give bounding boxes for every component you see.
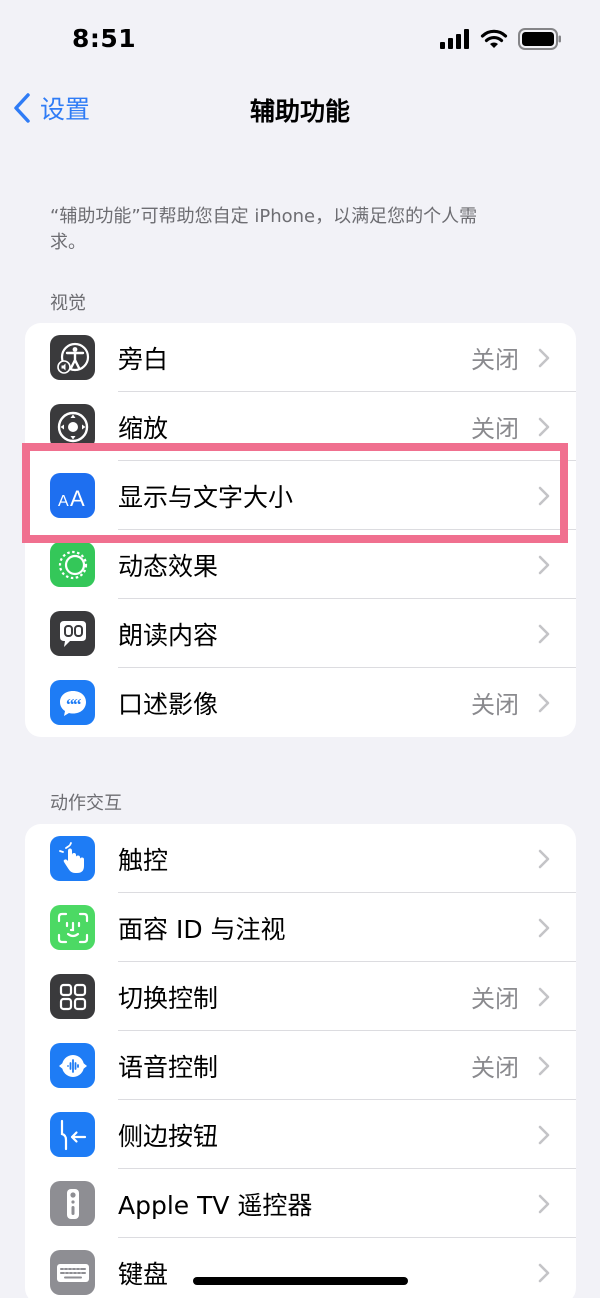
row-label: 动态效果 — [118, 551, 219, 581]
chevron-right-icon — [538, 1056, 550, 1076]
row-label: 切换控制 — [118, 983, 219, 1013]
chevron-right-icon — [538, 1263, 550, 1283]
face-id-icon — [50, 905, 95, 950]
row-audio-description[interactable]: “ “ 口述影像 关闭 — [25, 668, 576, 737]
chevron-right-icon — [538, 1125, 550, 1145]
switch-control-icon — [50, 974, 95, 1019]
row-label: 面容 ID 与注视 — [118, 914, 286, 944]
row-switch-control[interactable]: 切换控制 关闭 — [25, 962, 576, 1031]
row-label: 语音控制 — [118, 1052, 219, 1082]
chevron-right-icon — [538, 987, 550, 1007]
status-bar: 8:51 — [0, 0, 600, 80]
row-motion[interactable]: 动态效果 — [25, 530, 576, 599]
vision-group: 旁白 关闭 缩放 关闭 A A 显示与文字大小 动态效果 朗读内容 “ “ 口述… — [25, 323, 576, 737]
row-display-text-size[interactable]: A A 显示与文字大小 — [25, 461, 576, 530]
audio-description-icon: “ “ — [50, 680, 95, 725]
cellular-signal-icon — [440, 29, 469, 49]
chevron-right-icon — [538, 849, 550, 869]
row-side-button[interactable]: 侧边按钮 — [25, 1100, 576, 1169]
row-value: 关闭 — [471, 985, 519, 1013]
row-label: Apple TV 遥控器 — [118, 1190, 313, 1220]
row-keyboard[interactable]: 键盘 — [25, 1238, 576, 1298]
side-button-icon — [50, 1112, 95, 1157]
row-value: 关闭 — [471, 415, 519, 443]
row-value: 关闭 — [471, 691, 519, 719]
touch-icon — [50, 836, 95, 881]
row-label: 朗读内容 — [118, 620, 219, 650]
row-face-id-attention[interactable]: 面容 ID 与注视 — [25, 893, 576, 962]
chevron-right-icon — [538, 348, 550, 368]
spoken-content-icon — [50, 611, 95, 656]
svg-text:A: A — [70, 486, 85, 511]
row-voiceover[interactable]: 旁白 关闭 — [25, 323, 576, 392]
row-touch[interactable]: 触控 — [25, 824, 576, 893]
chevron-right-icon — [538, 1194, 550, 1214]
chevron-right-icon — [538, 918, 550, 938]
chevron-right-icon — [538, 624, 550, 644]
row-label: 口述影像 — [118, 689, 219, 719]
row-apple-tv-remote[interactable]: Apple TV 遥控器 — [25, 1169, 576, 1238]
status-time: 8:51 — [72, 24, 137, 53]
interaction-group: 触控 面容 ID 与注视 切换控制 关闭 语音控制 关闭 侧边按钮 Apple … — [25, 824, 576, 1298]
motion-icon — [50, 542, 95, 587]
row-label: 缩放 — [118, 413, 169, 443]
chevron-right-icon — [538, 417, 550, 437]
battery-icon — [518, 28, 561, 50]
intro-text: “辅助功能”可帮助您自定 iPhone，以满足您的个人需求。 — [50, 206, 478, 253]
home-indicator — [193, 1277, 408, 1285]
wifi-icon — [480, 29, 508, 48]
svg-text:A: A — [58, 493, 69, 510]
row-label: 键盘 — [118, 1259, 169, 1289]
row-label: 侧边按钮 — [118, 1121, 219, 1151]
text-size-icon: A A — [50, 473, 95, 518]
chevron-right-icon — [538, 555, 550, 575]
zoom-icon — [50, 404, 95, 449]
row-value: 关闭 — [471, 346, 519, 374]
svg-text:“: “ — [73, 695, 82, 714]
row-zoom[interactable]: 缩放 关闭 — [25, 392, 576, 461]
section-header-vision: 视觉 — [50, 293, 86, 314]
page-title: 辅助功能 — [249, 97, 350, 126]
row-value: 关闭 — [471, 1054, 519, 1082]
row-spoken-content[interactable]: 朗读内容 — [25, 599, 576, 668]
section-header-interaction: 动作交互 — [50, 793, 122, 814]
row-voice-control[interactable]: 语音控制 关闭 — [25, 1031, 576, 1100]
apple-tv-remote-icon — [50, 1181, 95, 1226]
row-label: 触控 — [118, 845, 169, 875]
row-label: 旁白 — [118, 344, 169, 374]
row-label: 显示与文字大小 — [118, 482, 294, 512]
voiceover-icon — [50, 335, 95, 380]
voice-control-icon — [50, 1043, 95, 1088]
chevron-right-icon — [538, 693, 550, 713]
chevron-right-icon — [538, 486, 550, 506]
nav-bar: 设置 辅助功能 — [0, 80, 600, 136]
keyboard-icon — [50, 1250, 95, 1295]
status-icons — [440, 28, 562, 50]
